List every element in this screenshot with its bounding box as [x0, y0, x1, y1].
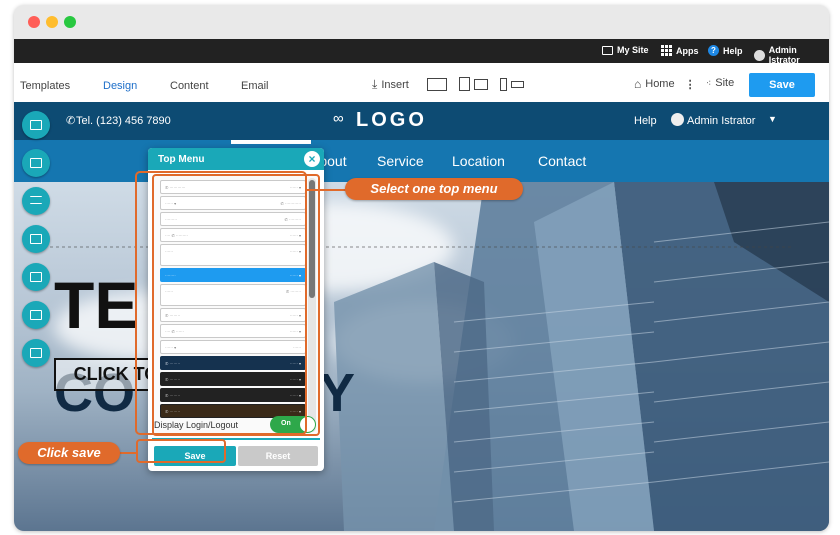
panel-reset-button[interactable]: Reset	[238, 446, 318, 466]
desktop-view-icon[interactable]	[427, 77, 447, 91]
logo-infinity-icon: ∞	[333, 110, 344, 127]
help-link[interactable]: ? Help	[708, 45, 743, 56]
nav-active-indicator	[231, 140, 311, 144]
close-icon[interactable]: ×	[304, 151, 320, 167]
apps-label: Apps	[676, 45, 699, 56]
site-top-bar: ✆ Tel. (123) 456 7890 ∞ LOGO Help Admin …	[14, 102, 829, 140]
callout-connector	[307, 189, 347, 191]
my-site-link[interactable]: My Site	[602, 45, 649, 55]
help-icon: ?	[708, 45, 719, 56]
header-section-icon[interactable]	[22, 111, 50, 139]
site-label: Site	[715, 77, 735, 89]
top-menu-section-icon[interactable]	[22, 149, 50, 177]
home-label: Home	[645, 78, 675, 90]
maximize-window-button[interactable]	[64, 16, 76, 28]
options-scrollbar[interactable]	[308, 178, 316, 432]
monitor-icon	[602, 45, 613, 55]
select-highlight-ring	[135, 171, 307, 435]
layout-section-icon[interactable]	[22, 263, 50, 291]
tab-design[interactable]: Design	[103, 80, 137, 92]
close-window-button[interactable]	[28, 16, 40, 28]
more-options-icon[interactable]: ⋮	[685, 78, 696, 91]
admin-bar: My Site Apps ? Help Admin Istrator	[14, 39, 829, 65]
tablet-portrait-icon[interactable]	[459, 77, 470, 91]
chevron-down-icon: ▼	[768, 114, 777, 124]
download-arrow-icon: ⤓	[372, 77, 378, 91]
phone-landscape-icon[interactable]	[511, 80, 524, 88]
site-button[interactable]: ⁖ Site	[706, 77, 734, 89]
nav-contact[interactable]: Contact	[538, 153, 586, 169]
site-help-link[interactable]: Help	[634, 115, 657, 127]
hero-headline-line1: TE	[54, 268, 139, 342]
tab-templates[interactable]: Templates	[20, 80, 70, 92]
phone-icon: ✆	[66, 115, 76, 127]
device-switcher	[427, 77, 524, 91]
browser-window: My Site Apps ? Help Admin Istrator Templ…	[14, 5, 829, 531]
content-block-icon[interactable]	[22, 301, 50, 329]
menu-lines-icon[interactable]	[22, 187, 50, 215]
editor-toolbar: Templates Design Content Email ⤓ Insert …	[14, 63, 829, 107]
phone-portrait-icon[interactable]	[500, 77, 507, 91]
nav-location[interactable]: Location	[452, 153, 505, 169]
help-label: Help	[723, 45, 743, 56]
site-user-avatar	[671, 113, 684, 126]
tab-email[interactable]: Email	[241, 80, 269, 92]
site-phone: Tel. (123) 456 7890	[76, 115, 171, 127]
minimize-window-button[interactable]	[46, 16, 58, 28]
save-site-button[interactable]: Save	[749, 73, 815, 97]
callout-connector	[118, 452, 138, 454]
scrollbar-thumb[interactable]	[309, 180, 315, 298]
window-titlebar	[14, 5, 829, 39]
insert-button[interactable]: ⤓ Insert	[372, 77, 409, 92]
site-tree-icon: ⁖	[706, 77, 712, 88]
panel-header: Top Menu ×	[148, 148, 324, 170]
nav-service[interactable]: Service	[377, 153, 424, 169]
image-section-icon[interactable]	[22, 225, 50, 253]
user-avatar-icon	[754, 49, 765, 61]
panel-title: Top Menu	[158, 154, 205, 165]
site-logo[interactable]: LOGO	[356, 109, 427, 132]
insert-label: Insert	[381, 78, 409, 91]
hero-headline-line2-tail: Y	[319, 363, 356, 423]
callout-select-menu: Select one top menu	[345, 178, 523, 200]
home-button[interactable]: ⌂ Home ⋮	[634, 77, 696, 91]
site-user-name[interactable]: Admin Istrator	[687, 115, 755, 127]
gallery-section-icon[interactable]	[22, 339, 50, 367]
user-menu[interactable]: Admin Istrator	[754, 45, 829, 65]
apps-grid-icon	[661, 45, 672, 56]
save-highlight-ring	[136, 439, 226, 463]
home-icon: ⌂	[634, 77, 642, 91]
apps-link[interactable]: Apps	[661, 45, 699, 56]
tablet-landscape-icon[interactable]	[474, 78, 488, 90]
callout-click-save: Click save	[18, 442, 120, 464]
tab-content[interactable]: Content	[170, 80, 209, 92]
my-site-label: My Site	[617, 45, 649, 55]
user-name: Admin Istrator	[768, 45, 800, 65]
